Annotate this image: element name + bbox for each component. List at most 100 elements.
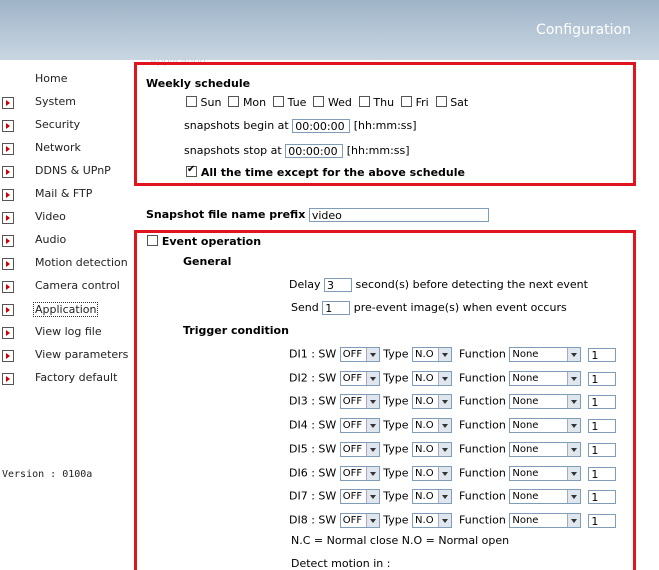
chevron-down-icon <box>365 467 379 480</box>
day-fri[interactable]: Fri <box>401 96 429 109</box>
di-function-select[interactable]: None <box>509 347 582 362</box>
sidebar-item-mail-ftp[interactable]: Mail & FTP <box>0 187 132 203</box>
event-operation-checkbox[interactable] <box>147 235 158 246</box>
di-row: DI4 : SW OFF Type N.O Function None 1 <box>289 418 617 433</box>
di-type-select[interactable]: N.O <box>412 347 453 362</box>
trigger-condition-heading: Trigger condition <box>183 324 289 337</box>
delay-input[interactable]: 3 <box>324 278 353 292</box>
checkbox[interactable] <box>358 96 370 107</box>
day-sun[interactable]: Sun <box>186 96 221 109</box>
sidebar-item-application[interactable]: Application <box>0 302 132 318</box>
checkbox[interactable] <box>401 96 413 107</box>
di-function-select[interactable]: None <box>509 466 582 481</box>
sidebar-item-system[interactable]: System <box>0 95 132 111</box>
sidebar-item-label: Camera control <box>35 279 120 292</box>
select-value: OFF <box>342 396 363 407</box>
snapshot-prefix-input[interactable]: video <box>308 208 489 222</box>
except-checkbox[interactable] <box>186 164 197 177</box>
sidebar-item-security[interactable]: Security <box>0 118 132 134</box>
checkbox[interactable] <box>273 96 285 107</box>
di-type-select[interactable]: N.O <box>412 418 453 433</box>
di-sw-select[interactable]: OFF <box>339 489 380 504</box>
sidebar-item-view-log-file[interactable]: View log file <box>0 325 132 341</box>
detect-motion-label: Detect motion in : <box>291 557 391 570</box>
type-label: Type <box>383 442 409 456</box>
select-value: None <box>512 515 539 526</box>
event-operation-row[interactable]: Event operation <box>147 235 261 248</box>
di-type-select[interactable]: N.O <box>412 371 453 386</box>
di-number-input[interactable]: 1 <box>588 442 617 457</box>
select-value: OFF <box>342 420 363 431</box>
sidebar-item-motion-detection[interactable]: Motion detection <box>0 256 132 272</box>
di-name: DI4 : SW <box>289 418 337 432</box>
day-thu[interactable]: Thu <box>358 96 394 109</box>
sidebar-item-network[interactable]: Network <box>0 141 132 157</box>
di-number-input[interactable]: 1 <box>588 347 617 362</box>
sidebar-item-ddns-upnp[interactable]: DDNS & UPnP <box>0 164 132 180</box>
sidebar-item-label: View log file <box>35 325 102 338</box>
chevron-down-icon <box>365 419 379 432</box>
type-label: Type <box>383 394 409 408</box>
sidebar-item-factory-default[interactable]: Factory default <box>0 371 132 387</box>
type-label: Type <box>383 466 409 480</box>
di-sw-select[interactable]: OFF <box>339 442 380 457</box>
di-row: DI7 : SW OFF Type N.O Function None 1 <box>289 489 617 504</box>
day-sat[interactable]: Sat <box>435 96 468 109</box>
except-schedule-row[interactable]: All the time except for the above schedu… <box>186 164 465 179</box>
day-label: Mon <box>242 96 267 109</box>
send-input[interactable]: 1 <box>322 301 351 315</box>
select-value: OFF <box>342 468 363 479</box>
stop-time-input[interactable]: 00:00:00 <box>285 144 344 158</box>
di-number-input[interactable]: 1 <box>588 489 617 504</box>
di-function-select[interactable]: None <box>509 489 582 504</box>
arrow-right-icon <box>2 97 14 109</box>
select-value: N.O <box>415 491 434 502</box>
header-bar: Configuration <box>0 0 659 60</box>
di-function-select[interactable]: None <box>509 371 582 386</box>
di-sw-select[interactable]: OFF <box>339 466 380 481</box>
day-wed[interactable]: Wed <box>313 96 352 109</box>
sidebar-item-video[interactable]: Video <box>0 210 132 226</box>
sidebar-item-view-parameters[interactable]: View parameters <box>0 348 132 364</box>
di-row: DI3 : SW OFF Type N.O Function None 1 <box>289 394 617 409</box>
function-label: Function <box>459 489 506 503</box>
checkbox[interactable] <box>313 96 325 107</box>
di-function-select[interactable]: None <box>509 418 582 433</box>
di-type-select[interactable]: N.O <box>412 489 453 504</box>
di-number-input[interactable]: 1 <box>588 371 617 386</box>
select-value: None <box>512 444 539 455</box>
di-type-select[interactable]: N.O <box>412 442 453 457</box>
sidebar-item-home[interactable]: Home <box>0 72 132 88</box>
sidebar-item-audio[interactable]: Audio <box>0 233 132 249</box>
arrow-right-icon <box>2 281 14 293</box>
di-type-select[interactable]: N.O <box>412 466 453 481</box>
checkbox[interactable] <box>186 96 197 107</box>
di-type-select[interactable]: N.O <box>412 513 453 528</box>
checkbox[interactable] <box>435 96 447 107</box>
di-number-input[interactable]: 1 <box>588 394 617 409</box>
di-number-input[interactable]: 1 <box>588 513 617 528</box>
sidebar-item-camera-control[interactable]: Camera control <box>0 279 132 295</box>
chevron-down-icon <box>365 348 379 361</box>
di-type-select[interactable]: N.O <box>412 394 453 409</box>
di-number-input[interactable]: 1 <box>588 418 617 433</box>
di-function-select[interactable]: None <box>509 394 582 409</box>
di-sw-select[interactable]: OFF <box>339 513 380 528</box>
di-function-select[interactable]: None <box>509 442 582 457</box>
main-content: Application Weekly schedule Sun Mon Tue … <box>132 56 652 570</box>
checkbox[interactable] <box>228 96 240 107</box>
di-function-select[interactable]: None <box>509 513 582 528</box>
chevron-down-icon <box>567 443 581 456</box>
sidebar-item-label: Home <box>35 72 68 85</box>
di-sw-select[interactable]: OFF <box>339 347 380 362</box>
day-tue[interactable]: Tue <box>273 96 306 109</box>
day-mon[interactable]: Mon <box>228 96 266 109</box>
di-sw-select[interactable]: OFF <box>339 394 380 409</box>
di-sw-select[interactable]: OFF <box>339 418 380 433</box>
chevron-down-icon <box>365 372 379 385</box>
di-name: DI7 : SW <box>289 489 337 503</box>
sidebar-item-label: Audio <box>35 233 67 246</box>
di-sw-select[interactable]: OFF <box>339 371 380 386</box>
di-number-input[interactable]: 1 <box>588 466 617 481</box>
begin-time-input[interactable]: 00:00:00 <box>292 119 351 133</box>
